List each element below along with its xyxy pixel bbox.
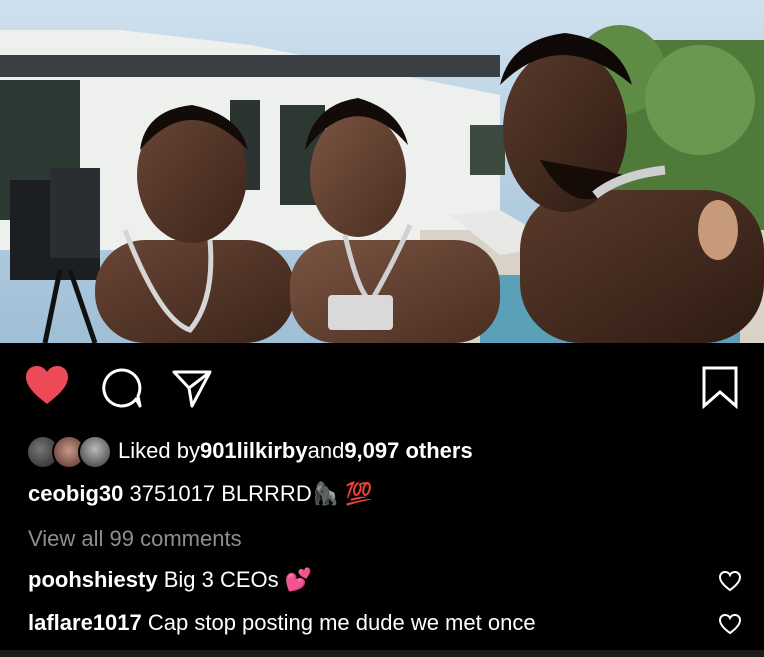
post-photo[interactable]: [0, 0, 764, 343]
hearts-emoji: 💕: [284, 568, 313, 593]
caption-username[interactable]: ceobig30: [28, 481, 123, 506]
share-icon[interactable]: [170, 366, 214, 410]
likes-others[interactable]: 9,097 others: [344, 437, 472, 465]
likes-middle: and: [307, 438, 345, 463]
comment-like-icon[interactable]: [718, 570, 742, 592]
caption: ceobig30 3751017 BLRRRD🦍 💯: [28, 480, 373, 509]
caption-text: 3751017 BLRRRD: [123, 481, 312, 506]
comment-icon[interactable]: [100, 366, 144, 410]
comment-text: Cap stop posting me dude we met once: [141, 610, 536, 635]
bookmark-icon[interactable]: [700, 364, 740, 410]
comment-row: poohshiesty Big 3 CEOs 💕: [28, 566, 312, 595]
view-all-comments-link[interactable]: View all 99 comments: [28, 525, 242, 553]
avatar: [78, 435, 112, 469]
liker-username[interactable]: 901lilkirby: [200, 437, 308, 465]
comment-text: Big 3 CEOs: [157, 567, 285, 592]
comment-like-icon[interactable]: [718, 613, 742, 635]
heart-icon[interactable]: [24, 364, 70, 406]
likes-prefix: Liked by: [118, 438, 200, 463]
bottom-divider: [0, 650, 764, 657]
likes-row[interactable]: Liked by 901lilkirby and 9,097 others: [26, 434, 473, 469]
post-photo-image: [0, 0, 764, 343]
instagram-post: Liked by 901lilkirby and 9,097 others ce…: [0, 0, 764, 657]
comment-username[interactable]: laflare1017: [28, 610, 142, 635]
gorilla-emoji: 🦍: [311, 482, 340, 507]
liker-avatars: [26, 434, 116, 469]
comment-username[interactable]: poohshiesty: [28, 567, 158, 592]
comment-row: laflare1017 Cap stop posting me dude we …: [28, 609, 536, 637]
hundred-emoji: 💯: [345, 482, 373, 507]
